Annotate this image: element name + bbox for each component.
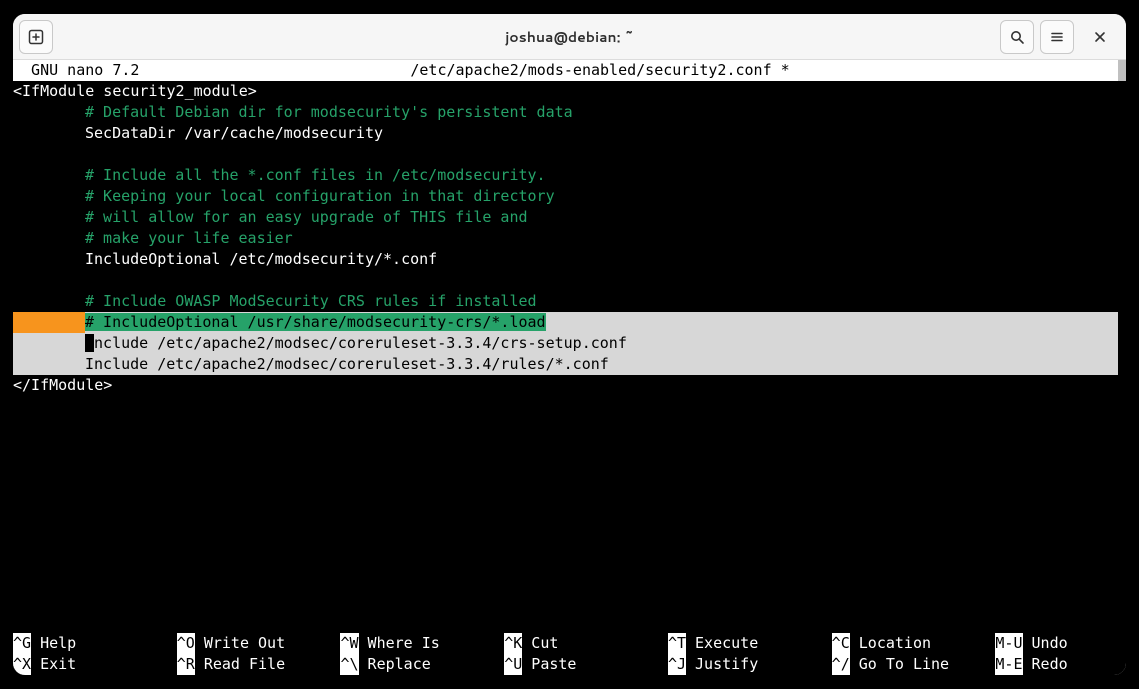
editor-line: # Include OWASP ModSecurity CRS rules if… <box>13 291 1118 312</box>
editor-line-highlighted: # IncludeOptional /usr/share/modsecurity… <box>13 312 1118 333</box>
shortcut-key: ^O <box>177 633 195 654</box>
editor-line-highlighted: Include /etc/apache2/modsec/coreruleset-… <box>13 333 1118 354</box>
shortcut-justify[interactable]: ^J Justify <box>668 654 832 675</box>
comment-text: # Keeping your local configuration in th… <box>85 187 555 205</box>
code-text: Include /etc/apache2/modsec/coreruleset-… <box>85 355 609 373</box>
terminal-area[interactable]: GNU nano 7.2 /etc/apache2/mods-enabled/s… <box>13 60 1126 675</box>
code-text: </IfModule> <box>13 376 112 394</box>
shortcut-label: Go To Line <box>850 654 949 675</box>
nano-header: GNU nano 7.2 /etc/apache2/mods-enabled/s… <box>13 60 1118 81</box>
shortcut-key: ^R <box>177 654 195 675</box>
nano-shortcut-bar: ^G Help ^O Write Out ^W Where Is ^K Cut … <box>13 633 1110 675</box>
shortcut-writeout[interactable]: ^O Write Out <box>177 633 341 654</box>
editor-line <box>13 270 1118 291</box>
shortcut-readfile[interactable]: ^R Read File <box>177 654 341 675</box>
comment-text: # make your life easier <box>85 229 293 247</box>
editor-line: # Default Debian dir for modsecurity's p… <box>13 102 1118 123</box>
editor-line: # Include all the *.conf files in /etc/m… <box>13 165 1118 186</box>
gutter-mark <box>13 312 85 333</box>
shortcut-paste[interactable]: ^U Paste <box>504 654 668 675</box>
code-text: SecDataDir /var/cache/modsecurity <box>85 124 383 142</box>
editor-line: IncludeOptional /etc/modsecurity/*.conf <box>13 249 1118 270</box>
plus-box-icon <box>28 29 44 45</box>
shortcut-label: Execute <box>686 633 758 654</box>
shortcut-label: Exit <box>31 654 76 675</box>
shortcut-gotoline[interactable]: ^/ Go To Line <box>832 654 996 675</box>
editor-line: </IfModule> <box>13 375 1118 396</box>
shortcut-cut[interactable]: ^K Cut <box>504 633 668 654</box>
shortcut-undo[interactable]: M-U Undo <box>995 633 1110 654</box>
code-text: nclude /etc/apache2/modsec/coreruleset-3… <box>94 334 627 352</box>
shortcut-label: Write Out <box>195 633 285 654</box>
shortcut-label: Replace <box>359 654 431 675</box>
shortcut-label: Location <box>850 633 931 654</box>
shortcut-label: Justify <box>686 654 758 675</box>
comment-text: # Include OWASP ModSecurity CRS rules if… <box>85 292 537 310</box>
shortcut-exit[interactable]: ^X Exit <box>13 654 177 675</box>
shortcut-key: M-U <box>995 633 1022 654</box>
shortcut-key: ^W <box>340 633 358 654</box>
shortcut-key: ^G <box>13 633 31 654</box>
shortcut-key: ^U <box>504 654 522 675</box>
terminal-window: joshua@debian: ~ GNU nano 7.2 /etc/apach… <box>13 14 1126 675</box>
editor-line: <IfModule security2_module> <box>13 81 1118 102</box>
new-tab-button[interactable] <box>19 20 53 54</box>
search-icon <box>1009 29 1025 45</box>
shortcut-help[interactable]: ^G Help <box>13 633 177 654</box>
shortcut-label: Read File <box>195 654 285 675</box>
shortcut-key: ^J <box>668 654 686 675</box>
editor-line: # Keeping your local configuration in th… <box>13 186 1118 207</box>
editor-line: # make your life easier <box>13 228 1118 249</box>
menu-button[interactable] <box>1040 20 1074 54</box>
shortcut-location[interactable]: ^C Location <box>832 633 996 654</box>
hamburger-icon <box>1049 29 1065 45</box>
nano-filename: /etc/apache2/mods-enabled/security2.conf… <box>410 61 789 79</box>
code-text: <IfModule security2_module> <box>13 82 257 100</box>
comment-text: # will allow for an easy upgrade of THIS… <box>85 208 528 226</box>
editor-line: SecDataDir /var/cache/modsecurity <box>13 123 1118 144</box>
comment-text: # Include all the *.conf files in /etc/m… <box>85 166 546 184</box>
search-button[interactable] <box>1000 20 1034 54</box>
shortcut-label: Undo <box>1023 633 1068 654</box>
shortcut-key: ^\ <box>340 654 358 675</box>
window-title: joshua@debian: ~ <box>13 27 1126 47</box>
shortcut-label: Help <box>31 633 76 654</box>
comment-text: # Default Debian dir for modsecurity's p… <box>85 103 573 121</box>
scrollbar[interactable] <box>1118 60 1126 81</box>
cursor: I <box>85 334 94 352</box>
close-button[interactable] <box>1080 20 1120 54</box>
editor-line <box>13 144 1118 165</box>
terminal-content: GNU nano 7.2 /etc/apache2/mods-enabled/s… <box>13 60 1118 675</box>
nano-version: GNU nano 7.2 <box>13 61 139 79</box>
shortcut-label: Where Is <box>359 633 440 654</box>
shortcut-label: Cut <box>522 633 558 654</box>
titlebar: joshua@debian: ~ <box>13 14 1126 60</box>
shortcut-redo[interactable]: M-E Redo <box>995 654 1110 675</box>
shortcut-key: ^X <box>13 654 31 675</box>
editor-line: # will allow for an easy upgrade of THIS… <box>13 207 1118 228</box>
editor-line-highlighted: Include /etc/apache2/modsec/coreruleset-… <box>13 354 1118 375</box>
shortcut-row: ^G Help ^O Write Out ^W Where Is ^K Cut … <box>13 633 1110 654</box>
comment-text: # IncludeOptional /usr/share/modsecurity… <box>85 313 546 331</box>
shortcut-label: Redo <box>1023 654 1068 675</box>
shortcut-whereis[interactable]: ^W Where Is <box>340 633 504 654</box>
shortcut-replace[interactable]: ^\ Replace <box>340 654 504 675</box>
code-text: IncludeOptional /etc/modsecurity/*.conf <box>85 250 437 268</box>
shortcut-key: ^K <box>504 633 522 654</box>
shortcut-key: ^/ <box>832 654 850 675</box>
close-icon <box>1093 30 1107 44</box>
shortcut-execute[interactable]: ^T Execute <box>668 633 832 654</box>
shortcut-row: ^X Exit ^R Read File ^\ Replace ^U Paste… <box>13 654 1110 675</box>
shortcut-key: ^C <box>832 633 850 654</box>
shortcut-key: ^T <box>668 633 686 654</box>
shortcut-key: M-E <box>995 654 1022 675</box>
shortcut-label: Paste <box>522 654 576 675</box>
